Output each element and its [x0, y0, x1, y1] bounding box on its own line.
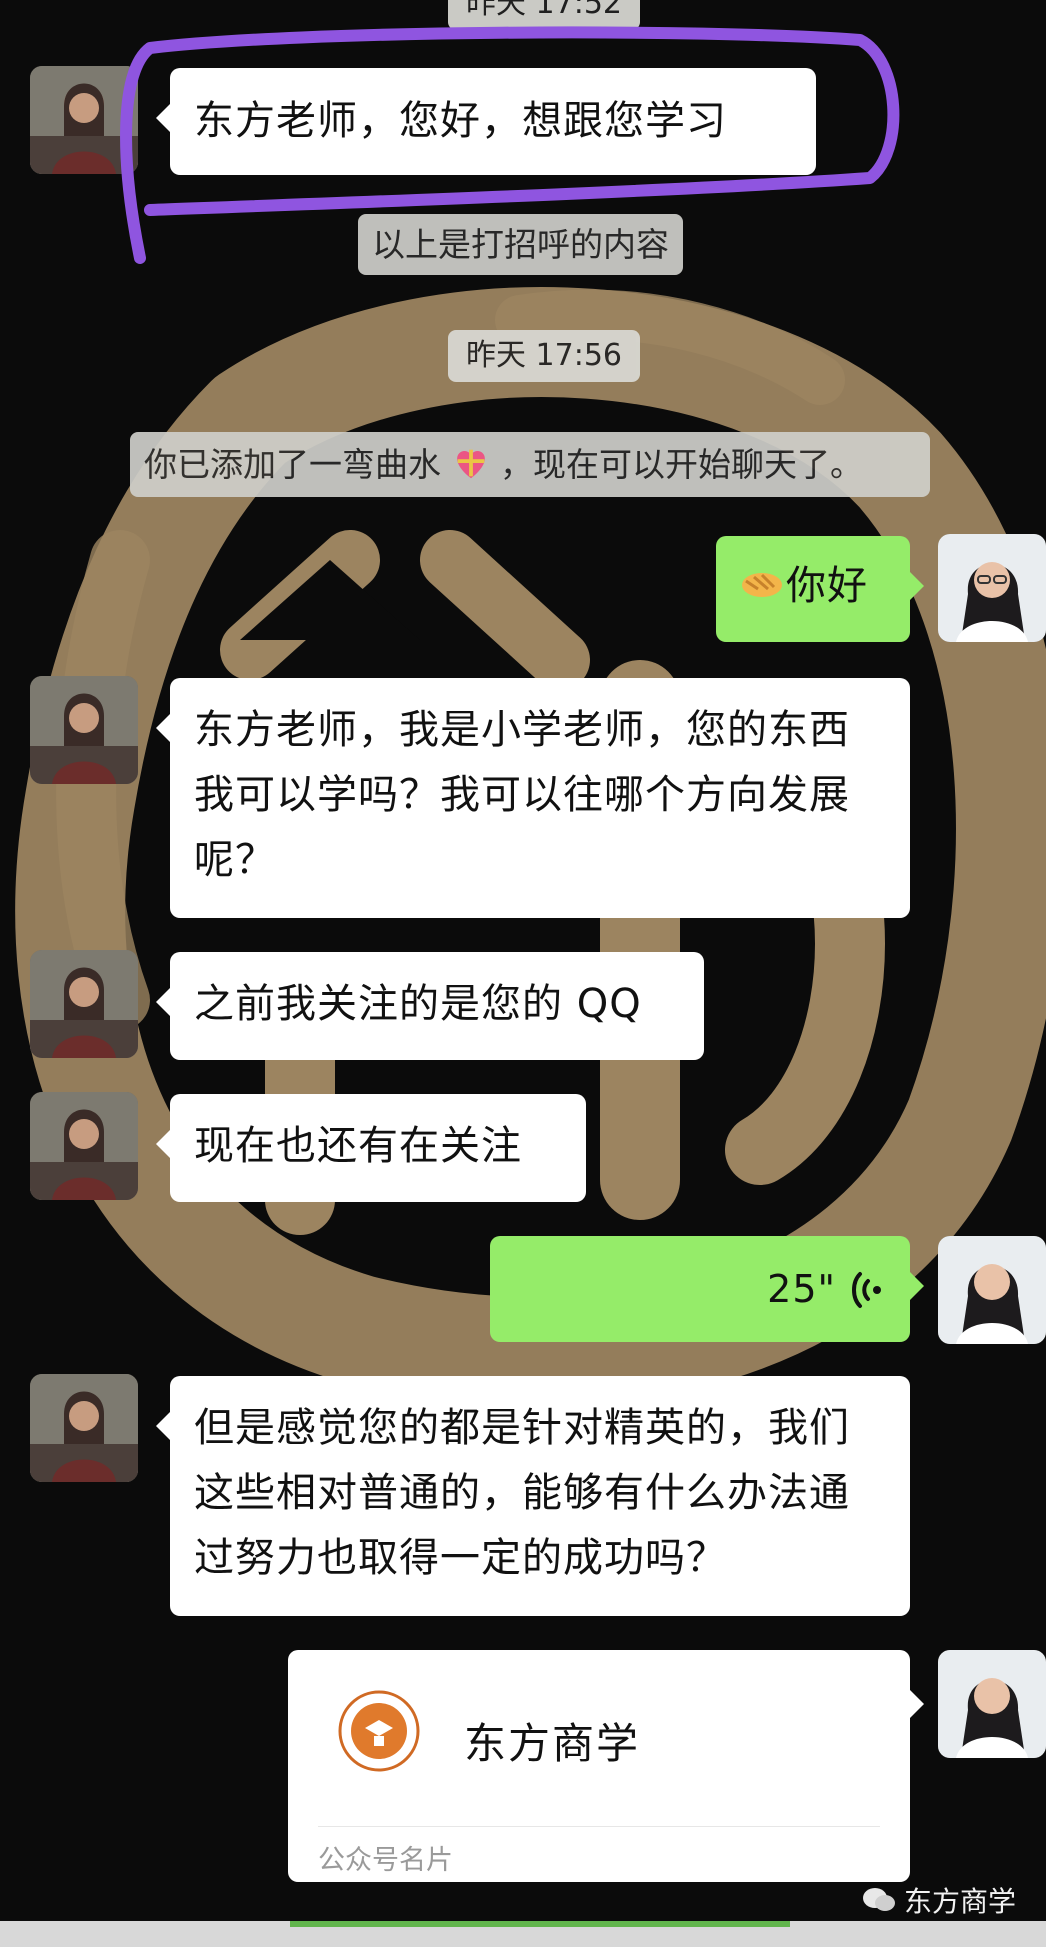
- system-note-added-friend: 你已添加了一弯曲水 ，现在可以开始聊天了。: [130, 432, 930, 498]
- voice-wave-icon: [850, 1267, 884, 1311]
- message-bubble-incoming[interactable]: 但是感觉您的都是针对精英的，我们这些相对普通的，能够有什么办法通过努力也取得一定…: [156, 1376, 910, 1616]
- card-type-label: 公众号名片: [318, 1845, 453, 1876]
- message-text: 但是感觉您的都是针对精英的，我们这些相对普通的，能够有什么办法通过努力也取得一定…: [194, 1405, 850, 1581]
- message-bubble-outgoing[interactable]: 你好: [716, 536, 924, 642]
- wechat-icon: [862, 1886, 896, 1914]
- message-text: 你好: [786, 563, 868, 609]
- message-bubble-incoming[interactable]: 现在也还有在关注: [156, 1094, 586, 1202]
- contact-avatar[interactable]: [30, 950, 138, 1058]
- self-avatar[interactable]: [938, 1236, 1046, 1344]
- voice-duration: 25": [767, 1266, 836, 1311]
- message-text: 之前我关注的是您的 QQ: [194, 981, 642, 1027]
- contact-avatar[interactable]: [30, 1092, 138, 1200]
- self-avatar[interactable]: [938, 1650, 1046, 1758]
- bottom-input-bar-edge: [0, 1921, 1046, 1947]
- contact-avatar[interactable]: [30, 676, 138, 784]
- system-note-greeting: 以上是打招呼的内容: [358, 214, 683, 276]
- message-text: 现在也还有在关注: [194, 1123, 522, 1169]
- source-watermark: 东方商学: [862, 1880, 1016, 1920]
- contact-avatar[interactable]: [30, 1374, 138, 1482]
- voice-message-bubble[interactable]: 25": [490, 1236, 924, 1342]
- account-name: 东方商学: [464, 1719, 641, 1768]
- self-avatar[interactable]: [938, 534, 1046, 642]
- message-text: 东方老师，我是小学老师，您的东西我可以学吗？我可以往哪个方向发展呢？: [194, 707, 850, 883]
- timestamp-chip: 昨天 17:56: [448, 330, 640, 382]
- official-account-card[interactable]: 东方商学 公众号名片: [288, 1650, 924, 1882]
- message-bubble-incoming[interactable]: 之前我关注的是您的 QQ: [156, 952, 704, 1060]
- gift-heart-emoji-icon: [452, 444, 490, 482]
- handshake-emoji-icon: [738, 559, 786, 607]
- message-bubble-incoming[interactable]: 东方老师，我是小学老师，您的东西我可以学吗？我可以往哪个方向发展呢？: [156, 678, 910, 918]
- card-divider: [318, 1826, 880, 1827]
- account-logo-icon: [338, 1690, 420, 1772]
